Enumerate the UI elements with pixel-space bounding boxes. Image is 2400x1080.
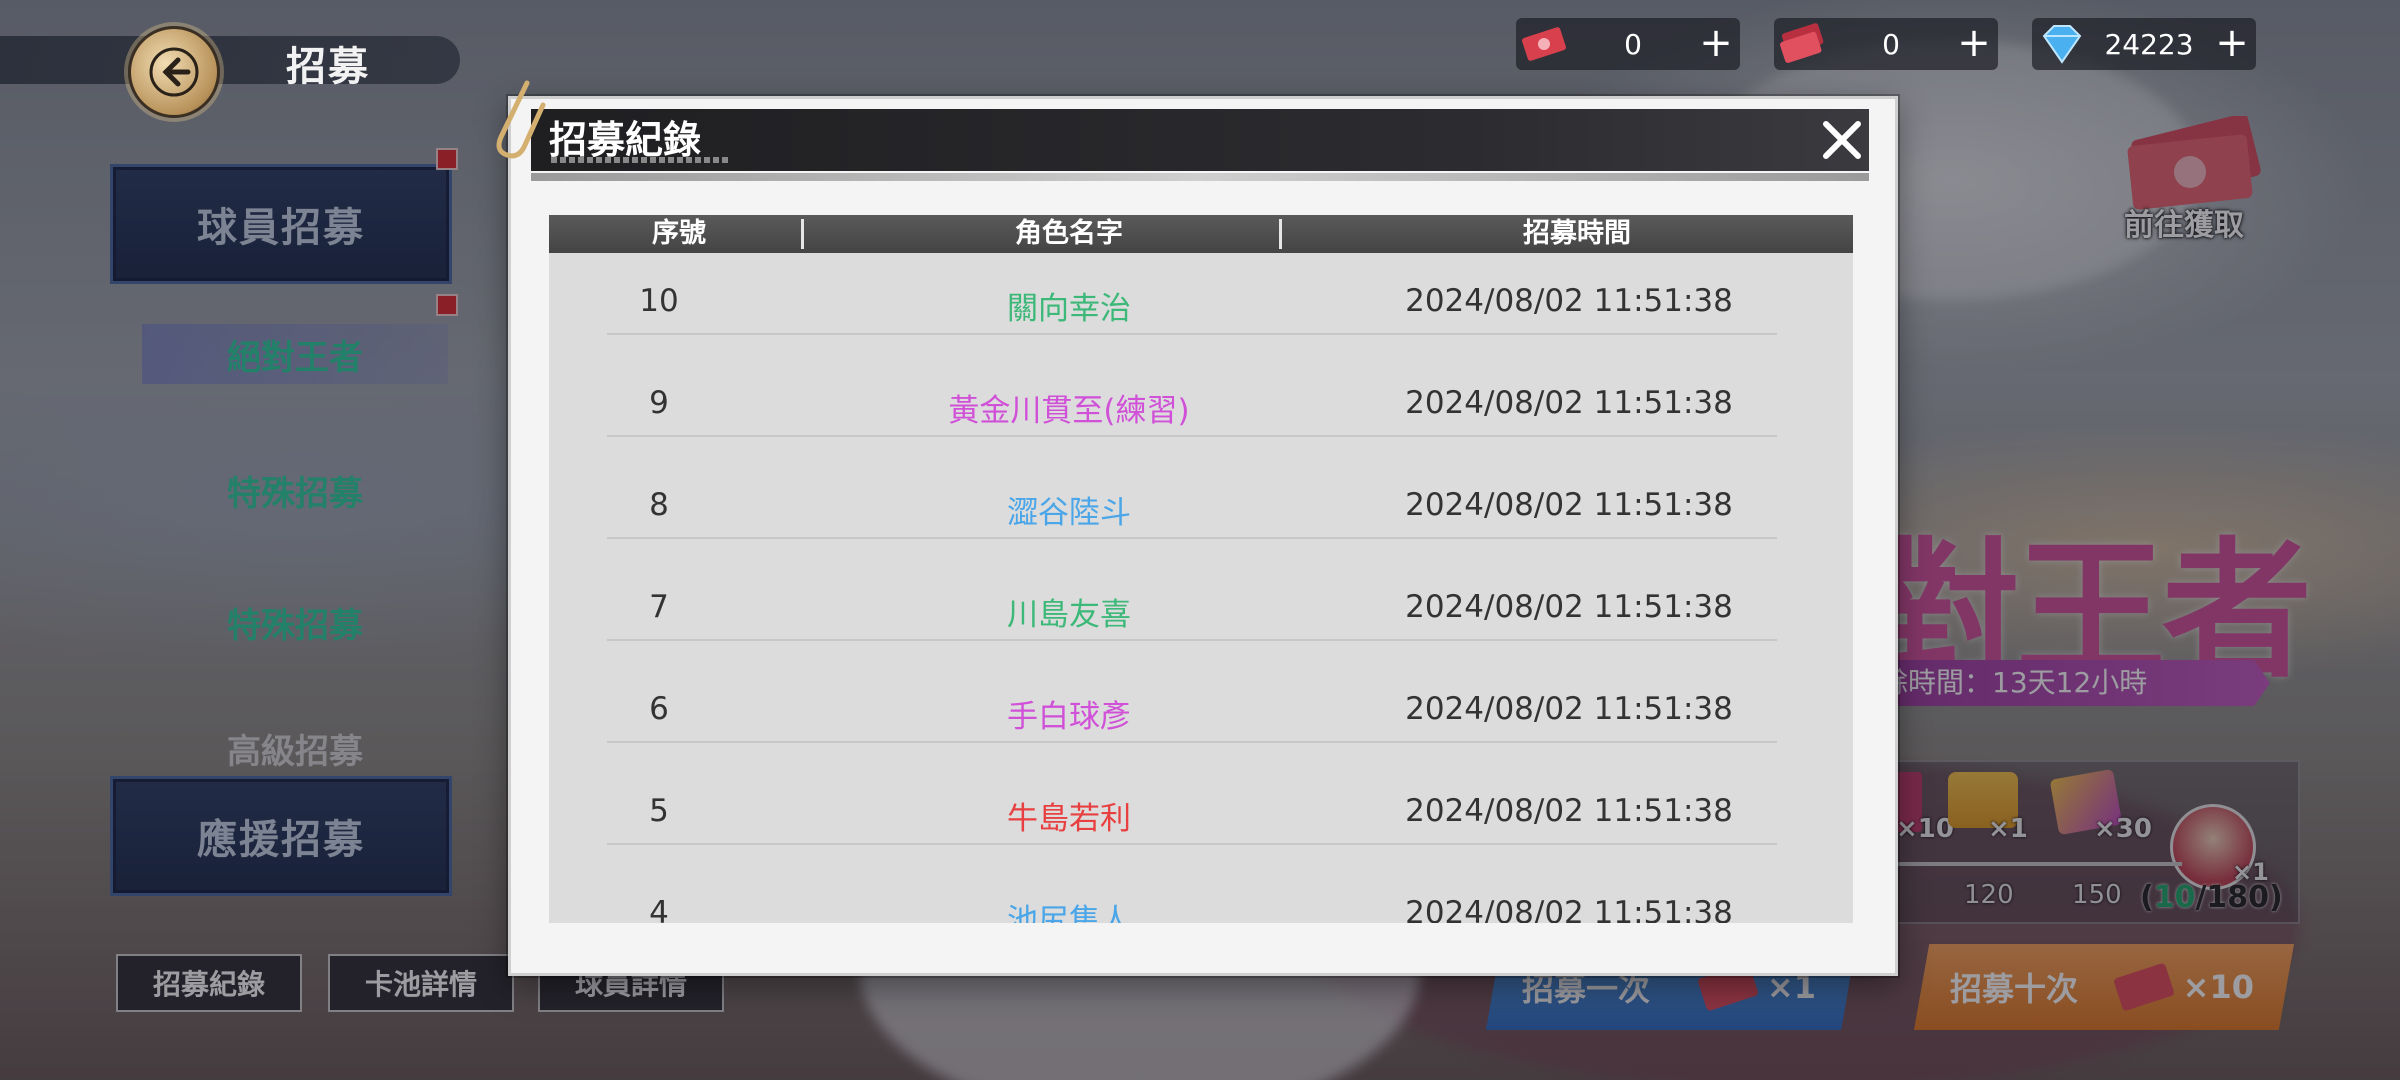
paperclip-icon — [496, 80, 546, 159]
diamond-icon — [2042, 25, 2082, 64]
page-title: 招募 — [286, 44, 370, 90]
plus-icon[interactable]: + — [1696, 23, 1736, 64]
row-number: 10 — [639, 283, 679, 319]
header-bar — [0, 36, 460, 84]
history-table[interactable]: 序號 角色名字 招募時間 10 關向幸治 2024/08/02 11:51:38 9 黃… — [549, 215, 1853, 923]
back-button[interactable] — [128, 26, 220, 118]
row-character-name: 牛島若利 — [1007, 801, 1131, 837]
table-row: 4 池尻隼人 2024/08/02 11:51:38 — [549, 869, 1853, 923]
close-icon — [1823, 121, 1861, 159]
table-header: 序號 角色名字 招募時間 — [549, 215, 1853, 253]
row-divider — [607, 843, 1777, 845]
row-number: 6 — [649, 691, 669, 727]
row-character-name: 川島友喜 — [1007, 597, 1131, 633]
red-ticket-stack-icon — [1780, 23, 1824, 63]
plus-icon[interactable]: + — [2212, 23, 2252, 64]
column-header-name: 角色名字 — [1015, 218, 1123, 249]
title-decoration — [551, 157, 731, 163]
row-recruit-time: 2024/08/02 11:51:38 — [1405, 691, 1733, 727]
row-recruit-time: 2024/08/02 11:51:38 — [1405, 487, 1733, 523]
row-character-name: 黃金川貫至(練習) — [948, 393, 1190, 429]
row-number: 5 — [649, 793, 669, 829]
column-divider — [1279, 219, 1282, 249]
row-divider — [607, 537, 1777, 539]
currency-ticket-stack-value: 0 — [1882, 28, 1900, 61]
currency-diamond: 24223 + — [2032, 18, 2256, 70]
plus-icon[interactable]: + — [1954, 23, 1994, 64]
close-button[interactable] — [1811, 109, 1873, 171]
row-recruit-time: 2024/08/02 11:51:38 — [1405, 589, 1733, 625]
recruit-screen: 對王者 餘時間：13天12小時 ×10 ×1 ×30 ×1 120 150 (1… — [0, 0, 2400, 1080]
row-number: 7 — [649, 589, 669, 625]
recruit-history-dialog: 招募紀錄 序號 角色名字 招募時間 10 關向幸治 2024/08/02 11:51… — [496, 80, 1898, 976]
row-recruit-time: 2024/08/02 11:51:38 — [1405, 895, 1733, 923]
row-character-name: 手白球彥 — [1007, 699, 1131, 735]
table-row: 7 川島友喜 2024/08/02 11:51:38 — [549, 563, 1853, 665]
dialog-header — [531, 109, 1869, 171]
column-header-time: 招募時間 — [1523, 218, 1631, 249]
red-ticket-icon — [1522, 27, 1566, 61]
row-divider — [607, 639, 1777, 641]
row-character-name: 池尻隼人 — [1007, 903, 1131, 923]
currency-ticket-stack: 0 + — [1774, 18, 1998, 70]
table-row: 10 關向幸治 2024/08/02 11:51:38 — [549, 257, 1853, 359]
table-row: 9 黃金川貫至(練習) 2024/08/02 11:51:38 — [549, 359, 1853, 461]
row-number: 8 — [649, 487, 669, 523]
row-number: 4 — [649, 895, 669, 923]
table-row: 6 手白球彥 2024/08/02 11:51:38 — [549, 665, 1853, 767]
row-number: 9 — [649, 385, 669, 421]
currency-ticket-value: 0 — [1624, 28, 1642, 61]
currency-ticket: 0 + — [1516, 18, 1740, 70]
dialog-header-divider — [531, 173, 1869, 181]
row-recruit-time: 2024/08/02 11:51:38 — [1405, 385, 1733, 421]
row-divider — [607, 435, 1777, 437]
row-recruit-time: 2024/08/02 11:51:38 — [1405, 793, 1733, 829]
table-row: 8 澀谷陸斗 2024/08/02 11:51:38 — [549, 461, 1853, 563]
table-row: 5 牛島若利 2024/08/02 11:51:38 — [549, 767, 1853, 869]
row-divider — [607, 741, 1777, 743]
column-header-no: 序號 — [652, 218, 706, 249]
row-character-name: 關向幸治 — [1007, 291, 1131, 327]
arrow-left-icon — [149, 47, 199, 97]
row-divider — [607, 333, 1777, 335]
row-character-name: 澀谷陸斗 — [1007, 495, 1131, 531]
row-recruit-time: 2024/08/02 11:51:38 — [1405, 283, 1733, 319]
currency-diamond-value: 24223 — [2104, 28, 2194, 61]
column-divider — [801, 219, 804, 249]
